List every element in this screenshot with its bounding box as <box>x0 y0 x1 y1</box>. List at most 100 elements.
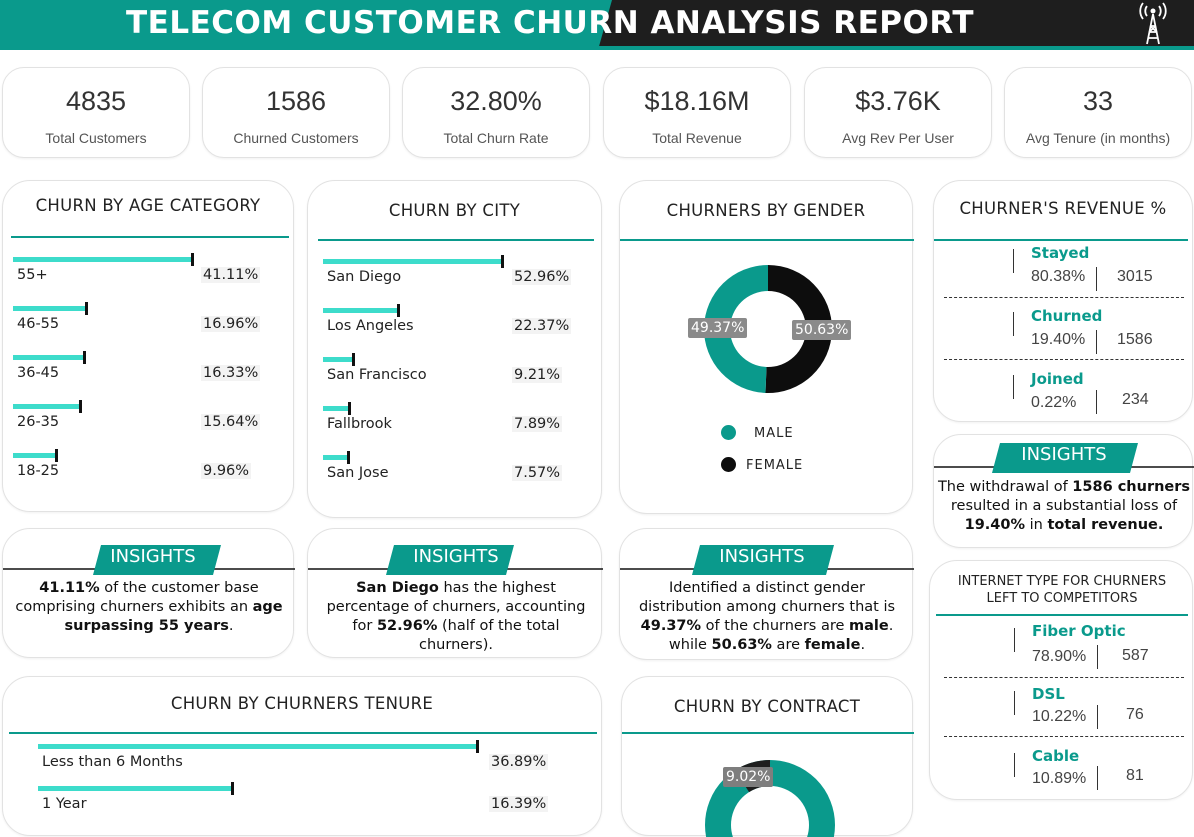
insight-city-card: INSIGHTS San Diego has the highest perce… <box>307 528 603 658</box>
bar <box>38 786 234 791</box>
panel-title: INTERNET TYPE FOR CHURNERS LEFT TO COMPET… <box>957 574 1167 606</box>
metric-count: 81 <box>1126 767 1144 784</box>
bar <box>13 306 88 311</box>
bar <box>323 357 355 362</box>
internet-type-panel: INTERNET TYPE FOR CHURNERS LEFT TO COMPET… <box>929 560 1193 800</box>
metric-pct: 0.22% <box>1031 394 1077 411</box>
bar-category-label: 55+ <box>17 267 48 283</box>
bar-category-label: 36-45 <box>17 365 60 381</box>
vertical-divider <box>1096 390 1097 414</box>
report-title: TELECOM CUSTOMER CHURN ANALYSIS REPORT <box>126 5 974 41</box>
contract-data-label: 9.02% <box>723 767 774 787</box>
bar-value-label: 16.96% <box>201 316 261 332</box>
bar <box>323 455 349 460</box>
bar-value-label: 9.96% <box>201 463 252 479</box>
metric-pct: 78.90% <box>1032 648 1087 665</box>
bar-category-label: San Diego <box>327 269 402 285</box>
bar-category-label: San Jose <box>327 465 389 481</box>
bar <box>38 744 478 749</box>
insights-heading: INSIGHTS <box>110 546 196 567</box>
kpi-label: Total Customers <box>45 130 147 146</box>
dashed-divider <box>944 359 1184 360</box>
bar-category-label: 1 Year <box>42 796 87 812</box>
bar-value-label: 41.11% <box>201 267 261 283</box>
antenna-tower-icon <box>1139 2 1167 45</box>
vertical-divider <box>1013 375 1014 399</box>
city-panel: CHURN BY CITY San Diego 52.96% Los Angeles… <box>307 180 602 518</box>
vertical-divider <box>1013 249 1014 273</box>
bar-end-marker <box>347 402 351 415</box>
metric-label: Fiber Optic <box>1032 622 1126 640</box>
dashed-divider <box>944 736 1184 737</box>
kpi-label: Avg Tenure (in months) <box>1025 130 1171 146</box>
bar-value-label: 36.89% <box>489 754 549 770</box>
kpi-avg-rev-per-user: $3.76K Avg Rev Per User <box>804 67 992 158</box>
kpi-label: Avg Rev Per User <box>842 130 954 146</box>
bar-value-label: 22.37% <box>512 318 572 334</box>
insight-gender-card: INSIGHTS Identified a distinct gender di… <box>619 528 914 660</box>
insight-text: 41.11% of the customer base comprising c… <box>15 580 283 634</box>
kpi-label: Total Churn Rate <box>443 130 549 146</box>
vertical-divider <box>1097 645 1098 669</box>
bar <box>13 257 193 262</box>
metric-pct: 10.22% <box>1032 708 1087 725</box>
kpi-value: $3.76K <box>855 86 941 116</box>
bar-category-label: Less than 6 Months <box>42 754 183 770</box>
vertical-divider <box>1097 766 1098 790</box>
title-underline <box>934 239 1188 241</box>
bar-end-marker <box>82 351 86 364</box>
bar <box>13 404 82 409</box>
vertical-divider <box>1013 312 1014 336</box>
metric-pct: 80.38% <box>1031 268 1086 285</box>
kpi-value: 32.80% <box>450 86 542 116</box>
metric-count: 234 <box>1122 391 1149 408</box>
bar-value-label: 52.96% <box>512 269 572 285</box>
legend-female-label: FEMALE <box>746 458 804 473</box>
bar-end-marker <box>476 740 479 753</box>
kpi-value: 33 <box>1082 86 1114 116</box>
bar-category-label: San Francisco <box>327 367 427 383</box>
metric-count: 1586 <box>1117 331 1153 348</box>
bar-end-marker <box>79 400 83 413</box>
tenure-panel: CHURN BY CHURNERS TENURE Less than 6 Mon… <box>2 676 602 836</box>
bar-category-label: 18-25 <box>17 463 60 479</box>
bar-value-label: 16.39% <box>489 796 549 812</box>
bar-value-label: 9.21% <box>512 367 563 383</box>
female-data-label: 50.63% <box>792 320 852 340</box>
contract-panel: CHURN BY CONTRACT 9.02% <box>621 676 914 837</box>
kpi-value: 1586 <box>265 86 327 116</box>
insight-text: Identified a distinct gender distributio… <box>638 580 896 653</box>
dashed-divider <box>944 297 1184 298</box>
bar-value-label: 7.89% <box>512 416 563 432</box>
bar-end-marker <box>501 255 504 268</box>
metric-label: Cable <box>1032 747 1080 765</box>
insight-age-card: INSIGHTS 41.11% of the customer base com… <box>2 528 295 658</box>
bar-value-label: 7.57% <box>512 465 563 481</box>
vertical-divider <box>1097 705 1098 729</box>
insight-text: The withdrawal of 1586 churners resulted… <box>937 479 1191 533</box>
metric-count: 587 <box>1122 647 1149 664</box>
metric-count: 3015 <box>1117 268 1153 285</box>
bar-end-marker <box>191 253 194 266</box>
legend-female-swatch <box>721 457 736 472</box>
kpi-label: Churned Customers <box>233 130 359 146</box>
bar-value-label: 16.33% <box>201 365 261 381</box>
bar <box>323 259 503 264</box>
vertical-divider <box>1096 330 1097 354</box>
kpi-value: 4835 <box>65 86 127 116</box>
kpi-total-churn-rate: 32.80% Total Churn Rate <box>402 67 590 158</box>
kpi-total-customers: 4835 Total Customers <box>2 67 190 158</box>
kpi-value: $18.16M <box>644 86 750 116</box>
vertical-divider <box>1014 753 1015 777</box>
bar-end-marker <box>231 782 235 795</box>
bar-end-marker <box>346 451 350 464</box>
insight-revenue-card: INSIGHTS The withdrawal of 1586 churners… <box>933 434 1194 548</box>
insights-heading: INSIGHTS <box>413 546 499 567</box>
kpi-avg-tenure: 33 Avg Tenure (in months) <box>1004 67 1192 158</box>
bar-category-label: 26-35 <box>17 414 60 430</box>
metric-label: Stayed <box>1031 244 1090 262</box>
insights-heading: INSIGHTS <box>719 546 805 567</box>
bar <box>323 406 350 411</box>
gender-panel: CHURNERS BY GENDER 49.37% 50.63% MALE FE… <box>619 180 914 514</box>
bar <box>323 308 400 313</box>
